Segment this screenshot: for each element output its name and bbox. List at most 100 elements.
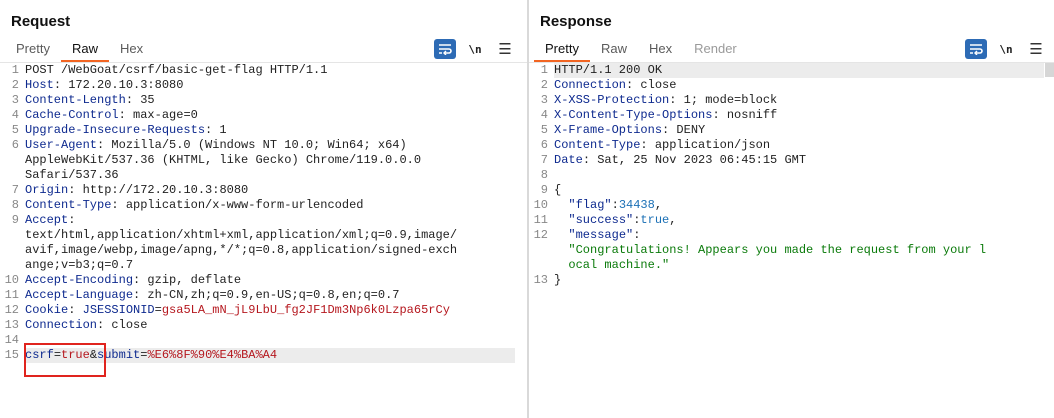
header-value: Sat, 25 Nov 2023 06:45:15 GMT bbox=[590, 153, 807, 167]
code-text: Accept: bbox=[25, 213, 75, 228]
line-number: 1 bbox=[540, 63, 548, 77]
tab-hex[interactable]: Hex bbox=[109, 38, 154, 60]
code-text: HTTP/1.1 200 OK bbox=[554, 63, 1044, 78]
newline-icon[interactable]: \n bbox=[464, 39, 486, 59]
tab-pretty[interactable]: Pretty bbox=[5, 38, 61, 60]
scrollbar[interactable] bbox=[1045, 63, 1054, 77]
header-value: Mozilla/5.0 (Windows NT 10.0; Win64; x64… bbox=[104, 138, 407, 152]
code-text: Content-Type: application/x-www-form-url… bbox=[25, 198, 363, 213]
colon: : bbox=[640, 138, 648, 152]
header-name: Accept bbox=[25, 213, 69, 227]
code-text: Accept-Encoding: gzip, deflate bbox=[25, 273, 241, 288]
code-text: POST /WebGoat/csrf/basic-get-flag HTTP/1… bbox=[25, 63, 327, 78]
json-brace: { bbox=[554, 183, 562, 197]
line-number: 12 bbox=[533, 228, 548, 242]
line-number: 5 bbox=[11, 123, 19, 137]
json-value: 34438 bbox=[618, 198, 655, 212]
tab-raw[interactable]: Raw bbox=[60, 38, 109, 62]
tab-hex[interactable]: Hex bbox=[638, 38, 683, 60]
code-line: 4 X-Content-Type-Options: nosniff bbox=[529, 108, 1054, 123]
header-value: 1 bbox=[212, 123, 227, 137]
code-line: 4 Cache-Control: max-age=0 bbox=[0, 108, 527, 123]
code-text: ange;v=b3;q=0.7 bbox=[25, 258, 133, 273]
header-value: DENY bbox=[669, 123, 706, 137]
code-text: Connection: close bbox=[25, 318, 147, 333]
code-line: 9 Accept: bbox=[0, 213, 527, 228]
line-number: 15 bbox=[4, 348, 19, 362]
line-number: 2 bbox=[540, 78, 548, 92]
code-line: avif,image/webp,image/apng,*/*;q=0.8,app… bbox=[0, 243, 527, 258]
response-editor[interactable]: 1 HTTP/1.1 200 OK 2 Connection: close 3 X-XSS… bbox=[529, 62, 1054, 418]
menu-icon[interactable]: ☰ bbox=[494, 39, 516, 59]
request-tabs: Pretty Raw Hex bbox=[5, 38, 154, 62]
code-line: 9{ bbox=[529, 183, 1054, 198]
colon: : bbox=[582, 153, 591, 167]
code-line: 3 X-XSS-Protection: 1; mode=block bbox=[529, 93, 1054, 108]
line-number bbox=[0, 153, 22, 168]
colon: : bbox=[68, 213, 76, 227]
wrap-lines-icon[interactable] bbox=[965, 39, 987, 59]
code-line: 11 Accept-Language: zh-CN,zh;q=0.9,en-US;… bbox=[0, 288, 527, 303]
code-text: Content-Length: 35 bbox=[25, 93, 155, 108]
line-number: 8 bbox=[540, 168, 548, 182]
header-name: X-Frame-Options bbox=[554, 123, 663, 137]
code-text: X-Frame-Options: DENY bbox=[554, 123, 705, 138]
request-title: Request bbox=[11, 13, 71, 30]
line-number: 4 bbox=[11, 108, 19, 122]
code-text: Safari/537.36 bbox=[25, 168, 119, 183]
code-text: Date: Sat, 25 Nov 2023 06:45:15 GMT bbox=[554, 153, 806, 168]
header-name: Date bbox=[554, 153, 583, 167]
tab-render[interactable]: Render bbox=[683, 38, 748, 60]
line-number bbox=[529, 243, 551, 258]
line-number bbox=[529, 258, 551, 273]
code-line: 13 Connection: close bbox=[0, 318, 527, 333]
response-title: Response bbox=[540, 13, 612, 30]
header-name: Content-Type bbox=[25, 198, 112, 212]
line-number: 5 bbox=[540, 123, 548, 137]
newline-icon[interactable]: \n bbox=[995, 39, 1017, 59]
header-value: application/json bbox=[647, 138, 771, 152]
json-brace: } bbox=[554, 273, 562, 287]
line-text: POST /WebGoat/csrf/basic-get-flag HTTP/1… bbox=[25, 63, 328, 77]
tab-pretty[interactable]: Pretty bbox=[534, 38, 590, 62]
line-number: 13 bbox=[4, 318, 19, 332]
line-number: 14 bbox=[4, 333, 19, 347]
code-line: 7 Date: Sat, 25 Nov 2023 06:45:15 GMT bbox=[529, 153, 1054, 168]
line-number: 8 bbox=[11, 198, 19, 212]
wrap-lines-icon[interactable] bbox=[434, 39, 456, 59]
header-name: X-XSS-Protection bbox=[554, 93, 670, 107]
header-value: zh-CN,zh;q=0.9,en-US;q=0.8,en;q=0.7 bbox=[140, 288, 400, 302]
code-line: 5 X-Frame-Options: DENY bbox=[529, 123, 1054, 138]
code-line: text/html,application/xhtml+xml,applicat… bbox=[0, 228, 527, 243]
menu-icon[interactable]: ☰ bbox=[1025, 39, 1047, 59]
header-name: Content-Type bbox=[554, 138, 641, 152]
header-value: close bbox=[633, 78, 677, 92]
line-number: 10 bbox=[4, 273, 19, 287]
code-line: 12 Cookie: JSESSIONID=gsa5LA_mN_jL9LbU_fg… bbox=[0, 303, 527, 318]
line-number: 7 bbox=[11, 183, 19, 197]
json-key: "success" bbox=[568, 213, 634, 227]
header-value: gzip, deflate bbox=[140, 273, 242, 287]
code-text: ocal machine." bbox=[554, 258, 669, 273]
cookie-name: JSESSIONID bbox=[82, 303, 155, 317]
code-text: { bbox=[554, 183, 561, 198]
code-text: "Congratulations! Appears you made the r… bbox=[554, 243, 986, 258]
json-punctuation: , bbox=[669, 213, 677, 227]
header-name: Host bbox=[25, 78, 54, 92]
code-line: 10 "flag":34438, bbox=[529, 198, 1054, 213]
tab-raw[interactable]: Raw bbox=[590, 38, 638, 60]
code-line: 7 Origin: http://172.20.10.3:8080 bbox=[0, 183, 527, 198]
line-text: HTTP/1.1 200 OK bbox=[554, 63, 663, 77]
code-text: X-Content-Type-Options: nosniff bbox=[554, 108, 777, 123]
code-line: 13} bbox=[529, 273, 1054, 288]
json-punctuation: : bbox=[633, 228, 641, 242]
colon: : bbox=[118, 108, 126, 122]
line-number: 6 bbox=[540, 138, 548, 152]
line-number: 9 bbox=[11, 213, 19, 227]
header-name: Cookie bbox=[25, 303, 69, 317]
